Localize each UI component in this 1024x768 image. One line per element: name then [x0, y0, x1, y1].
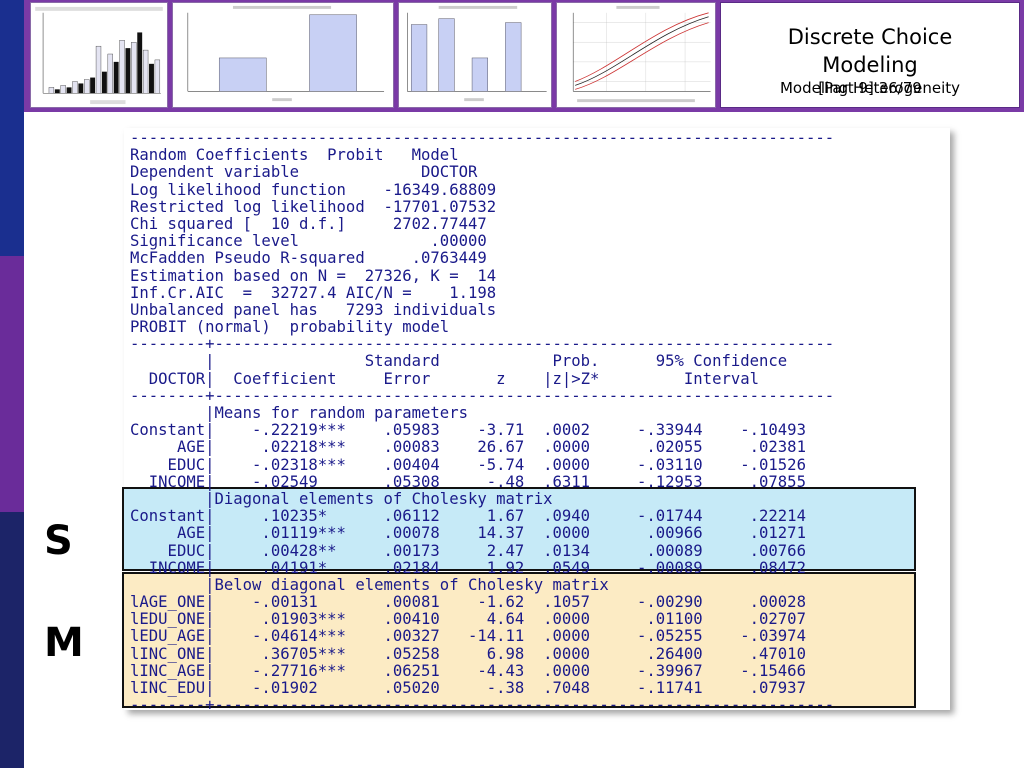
- output-row-ledu-age: lEDU_AGE| -.04614*** .00327 -14.11 .0000…: [130, 627, 806, 646]
- output-row-diag-age: AGE| .01119*** .00078 14.37 .0000 .00966…: [130, 524, 806, 543]
- sidebar-segment-navy: [0, 512, 24, 768]
- output-panel-info: Unbalanced panel has 7293 individuals: [130, 300, 497, 319]
- output-row-linc-age: lINC_AGE| -.27716*** .06251 -4.43 .0000 …: [130, 661, 806, 680]
- output-rule-bottom: --------+-------------------------------…: [130, 696, 835, 715]
- slide-title-line-2: Modeling: [822, 53, 918, 77]
- bar-thumbnail-graphic-2: [399, 3, 551, 107]
- histogram-thumbnail-graphic: [31, 3, 167, 107]
- output-log-likelihood: Log likelihood function -16349.68809: [130, 180, 497, 199]
- output-section-below-diagonal: |Below diagonal elements of Cholesky mat…: [130, 575, 609, 594]
- output-rule-header-top: --------+-------------------------------…: [130, 335, 835, 354]
- output-row-means-educ: EDUC| -.02318*** .00404 -5.74 .0000 -.03…: [130, 455, 806, 474]
- output-header-line-1: | Standard Prob. 95% Confidence: [130, 352, 788, 371]
- slide-subtitle: Modeling Heterogeneity: [779, 79, 961, 97]
- output-section-means: |Means for random parameters: [130, 404, 468, 422]
- sidebar-segment-blue: [0, 0, 24, 256]
- output-row-ledu-one: lEDU_ONE| .01903*** .00410 4.64 .0000 .0…: [130, 610, 806, 629]
- output-row-linc-one: lINC_ONE| .36705*** .05258 6.98 .0000 .2…: [130, 644, 806, 663]
- thumbnail-bar-chart-four: [398, 2, 552, 108]
- thumbnail-line-chart: [556, 2, 716, 108]
- output-row-diag-income: INCOME| .04191* .02184 1.92 .0549 -.0008…: [130, 558, 806, 577]
- output-estimation-n: Estimation based on N = 27326, K = 14: [130, 266, 497, 285]
- regression-output: ----------------------------------------…: [130, 129, 835, 715]
- thumbnail-histogram: [30, 2, 168, 108]
- output-row-diag-educ: EDUC| .00428** .00173 2.47 .0134 .00089 …: [130, 541, 806, 560]
- output-probability-model: PROBIT (normal) probability model: [130, 318, 450, 337]
- bar-thumbnail-graphic: [174, 3, 392, 107]
- left-sidebar: [0, 0, 24, 768]
- thumbnail-bar-chart-two: [172, 2, 394, 108]
- output-row-means-age: AGE| .02218*** .00083 26.67 .0000 .02055…: [130, 438, 806, 457]
- slide-title-box: Discrete Choice Modeling [Part 9] 36/79 …: [720, 2, 1020, 108]
- output-aic: Inf.Cr.AIC = 32727.4 AIC/N = 1.198: [130, 283, 497, 302]
- slide-title-line-1: Discrete Choice: [787, 25, 953, 49]
- line-thumbnail-graphic: [557, 3, 715, 107]
- output-chi-squared: Chi squared [ 10 d.f.] 2702.77447: [130, 214, 487, 233]
- output-section-diagonal: |Diagonal elements of Cholesky matrix: [130, 489, 553, 508]
- letter-m-label: M: [44, 620, 84, 666]
- output-restricted-log-likelihood: Restricted log likelihood -17701.07532: [130, 197, 497, 216]
- output-header-line-2: DOCTOR| Coefficient Error z |z|>Z* Inter…: [130, 369, 760, 388]
- output-row-linc-edu: lINC_EDU| -.01902 .05020 -.38 .7048 -.11…: [130, 679, 806, 697]
- letter-s-label: S: [44, 518, 73, 564]
- output-row-means-income: INCOME| -.02549 .05308 -.48 .6311 -.1295…: [130, 472, 806, 491]
- output-rule-top: ----------------------------------------…: [130, 129, 835, 147]
- output-dependent-variable: Dependent variable DOCTOR: [130, 163, 478, 182]
- output-row-means-constant: Constant| -.22219*** .05983 -3.71 .0002 …: [130, 421, 806, 440]
- output-significance-level: Significance level .00000: [130, 232, 487, 251]
- output-model-title: Random Coefficients Probit Model: [130, 146, 459, 165]
- output-row-lage-one: lAGE_ONE| -.00131 .00081 -1.62 .1057 -.0…: [130, 593, 806, 612]
- sidebar-segment-purple: [0, 256, 24, 512]
- output-rule-header-bottom: --------+-------------------------------…: [130, 386, 835, 405]
- output-row-diag-constant: Constant| .10235* .06112 1.67 .0940 -.01…: [130, 507, 806, 526]
- output-pseudo-r-squared: McFadden Pseudo R-squared .0763449: [130, 249, 487, 268]
